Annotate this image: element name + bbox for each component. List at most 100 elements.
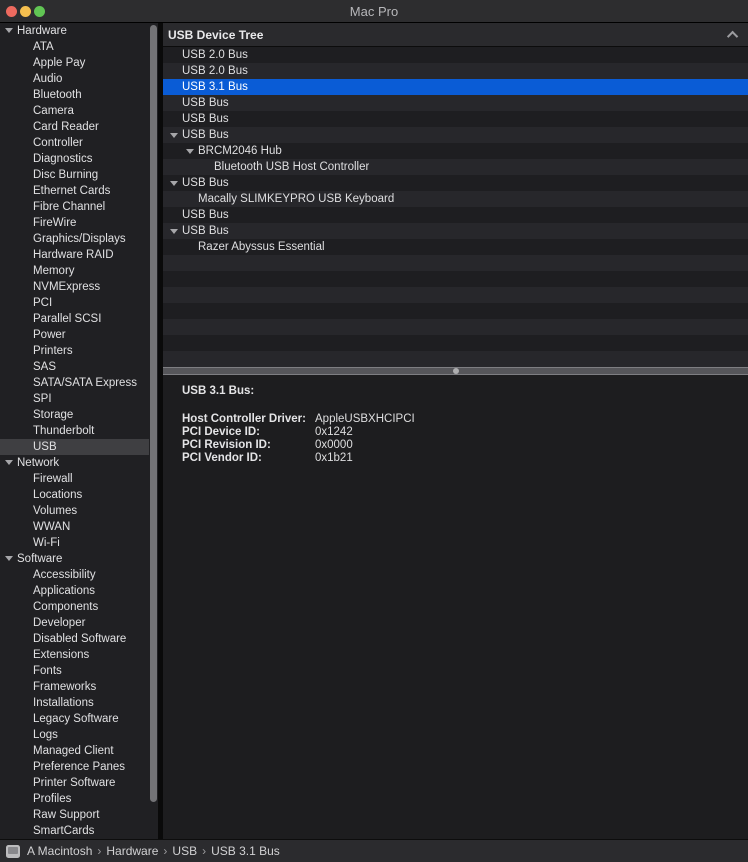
details-panel: USB 3.1 Bus: Host Controller Driver:Appl…	[163, 375, 748, 839]
sidebar-item-fibre-channel[interactable]: Fibre Channel	[0, 199, 149, 215]
sidebar-item-parallel-scsi[interactable]: Parallel SCSI	[0, 311, 149, 327]
sidebar-item-profiles[interactable]: Profiles	[0, 791, 149, 807]
tree-row-usb-2-0-bus[interactable]: USB 2.0 Bus	[163, 63, 748, 79]
sidebar-item-volumes[interactable]: Volumes	[0, 503, 149, 519]
sidebar-section-network[interactable]: Network	[0, 455, 149, 471]
disclosure-triangle-icon[interactable]	[170, 229, 182, 234]
pane-splitter[interactable]	[163, 367, 748, 375]
tree-row-usb-3-1-bus[interactable]: USB 3.1 Bus	[163, 79, 748, 95]
detail-field-label: Host Controller Driver:	[182, 413, 315, 426]
sidebar-item-components[interactable]: Components	[0, 599, 149, 615]
disclosure-triangle-icon[interactable]	[170, 133, 182, 138]
tree-row-usb-bus[interactable]: USB Bus	[163, 111, 748, 127]
sidebar-item-power[interactable]: Power	[0, 327, 149, 343]
title-bar[interactable]: Mac Pro	[0, 0, 748, 23]
sidebar-section-hardware[interactable]: Hardware	[0, 23, 149, 39]
sidebar-section-software[interactable]: Software	[0, 551, 149, 567]
sidebar-item-sata-sata-express[interactable]: SATA/SATA Express	[0, 375, 149, 391]
sidebar-item-raw-support[interactable]: Raw Support	[0, 807, 149, 823]
sidebar-item-thunderbolt[interactable]: Thunderbolt	[0, 423, 149, 439]
sidebar-item-card-reader[interactable]: Card Reader	[0, 119, 149, 135]
sidebar-item-hardware-raid[interactable]: Hardware RAID	[0, 247, 149, 263]
sidebar-item-usb[interactable]: USB	[0, 439, 149, 455]
sidebar-item-label: Components	[33, 599, 98, 615]
sidebar-item-label: FireWire	[33, 215, 76, 231]
sidebar-item-label: SmartCards	[33, 823, 94, 839]
collapse-chevron-icon[interactable]	[727, 30, 738, 41]
tree-row-label: USB Bus	[182, 207, 229, 223]
breadcrumb-separator: ›	[97, 844, 101, 858]
sidebar-item-diagnostics[interactable]: Diagnostics	[0, 151, 149, 167]
sidebar-item-disabled-software[interactable]: Disabled Software	[0, 631, 149, 647]
tree-row-razer-abyssus-essential[interactable]: Razer Abyssus Essential	[163, 239, 748, 255]
window-title: Mac Pro	[350, 4, 398, 19]
tree-row-usb-bus[interactable]: USB Bus	[163, 95, 748, 111]
tree-row-usb-bus[interactable]: USB Bus	[163, 207, 748, 223]
sidebar-item-installations[interactable]: Installations	[0, 695, 149, 711]
tree-row-usb-2-0-bus[interactable]: USB 2.0 Bus	[163, 47, 748, 63]
sidebar-item-label: Firewall	[33, 471, 73, 487]
disclosure-triangle-icon[interactable]	[170, 181, 182, 186]
sidebar-item-apple-pay[interactable]: Apple Pay	[0, 55, 149, 71]
sidebar-item-disc-burning[interactable]: Disc Burning	[0, 167, 149, 183]
triangle-glyph	[186, 149, 194, 154]
tree-row-brcm2046-hub[interactable]: BRCM2046 Hub	[163, 143, 748, 159]
sidebar-item-pci[interactable]: PCI	[0, 295, 149, 311]
sidebar-item-wi-fi[interactable]: Wi-Fi	[0, 535, 149, 551]
sidebar-item-legacy-software[interactable]: Legacy Software	[0, 711, 149, 727]
sidebar-item-frameworks[interactable]: Frameworks	[0, 679, 149, 695]
sidebar-item-camera[interactable]: Camera	[0, 103, 149, 119]
sidebar-scrollbar-thumb[interactable]	[150, 25, 157, 802]
sidebar-item-spi[interactable]: SPI	[0, 391, 149, 407]
sidebar-item-sas[interactable]: SAS	[0, 359, 149, 375]
window-controls	[6, 6, 45, 17]
sidebar-item-audio[interactable]: Audio	[0, 71, 149, 87]
sidebar-item-label: Extensions	[33, 647, 89, 663]
sidebar-item-nvmexpress[interactable]: NVMExpress	[0, 279, 149, 295]
sidebar-item-ethernet-cards[interactable]: Ethernet Cards	[0, 183, 149, 199]
tree-row-macally-slimkeypro-usb-keyboard[interactable]: Macally SLIMKEYPRO USB Keyboard	[163, 191, 748, 207]
minimize-button[interactable]	[20, 6, 31, 17]
tree-row-usb-bus[interactable]: USB Bus	[163, 127, 748, 143]
triangle-glyph	[170, 133, 178, 138]
sidebar-item-applications[interactable]: Applications	[0, 583, 149, 599]
tree-row-bluetooth-usb-host-controller[interactable]: Bluetooth USB Host Controller	[163, 159, 748, 175]
sidebar-item-locations[interactable]: Locations	[0, 487, 149, 503]
sidebar-item-managed-client[interactable]: Managed Client	[0, 743, 149, 759]
sidebar-item-graphics-displays[interactable]: Graphics/Displays	[0, 231, 149, 247]
sidebar-item-firewire[interactable]: FireWire	[0, 215, 149, 231]
tree-row-empty	[163, 303, 748, 319]
sidebar-item-printer-software[interactable]: Printer Software	[0, 775, 149, 791]
sidebar-item-ata[interactable]: ATA	[0, 39, 149, 55]
sidebar-item-extensions[interactable]: Extensions	[0, 647, 149, 663]
sidebar-item-label: Card Reader	[33, 119, 99, 135]
sidebar-item-printers[interactable]: Printers	[0, 343, 149, 359]
sidebar-item-firewall[interactable]: Firewall	[0, 471, 149, 487]
sidebar-item-label: Controller	[33, 135, 83, 151]
tree-row-usb-bus[interactable]: USB Bus	[163, 175, 748, 191]
tree-header[interactable]: USB Device Tree	[163, 23, 748, 47]
sidebar-section-label: Network	[17, 455, 59, 471]
sidebar-item-wwan[interactable]: WWAN	[0, 519, 149, 535]
sidebar-item-label: Fonts	[33, 663, 62, 679]
sidebar-item-developer[interactable]: Developer	[0, 615, 149, 631]
disclosure-triangle-icon[interactable]	[186, 149, 198, 154]
sidebar-item-controller[interactable]: Controller	[0, 135, 149, 151]
sidebar-item-memory[interactable]: Memory	[0, 263, 149, 279]
breadcrumb-item-hardware: Hardware	[106, 844, 158, 858]
sidebar-item-fonts[interactable]: Fonts	[0, 663, 149, 679]
sidebar-item-logs[interactable]: Logs	[0, 727, 149, 743]
sidebar-item-smartcards[interactable]: SmartCards	[0, 823, 149, 839]
sidebar-item-bluetooth[interactable]: Bluetooth	[0, 87, 149, 103]
sidebar-item-preference-panes[interactable]: Preference Panes	[0, 759, 149, 775]
breadcrumb-separator: ›	[202, 844, 206, 858]
sidebar-item-accessibility[interactable]: Accessibility	[0, 567, 149, 583]
close-button[interactable]	[6, 6, 17, 17]
detail-field-host-controller-driver: Host Controller Driver:AppleUSBXHCIPCI	[182, 413, 748, 426]
sidebar-item-label: SATA/SATA Express	[33, 375, 137, 391]
sidebar-item-label: NVMExpress	[33, 279, 100, 295]
sidebar-item-storage[interactable]: Storage	[0, 407, 149, 423]
zoom-button[interactable]	[34, 6, 45, 17]
tree-row-usb-bus[interactable]: USB Bus	[163, 223, 748, 239]
sidebar-item-label: Applications	[33, 583, 95, 599]
